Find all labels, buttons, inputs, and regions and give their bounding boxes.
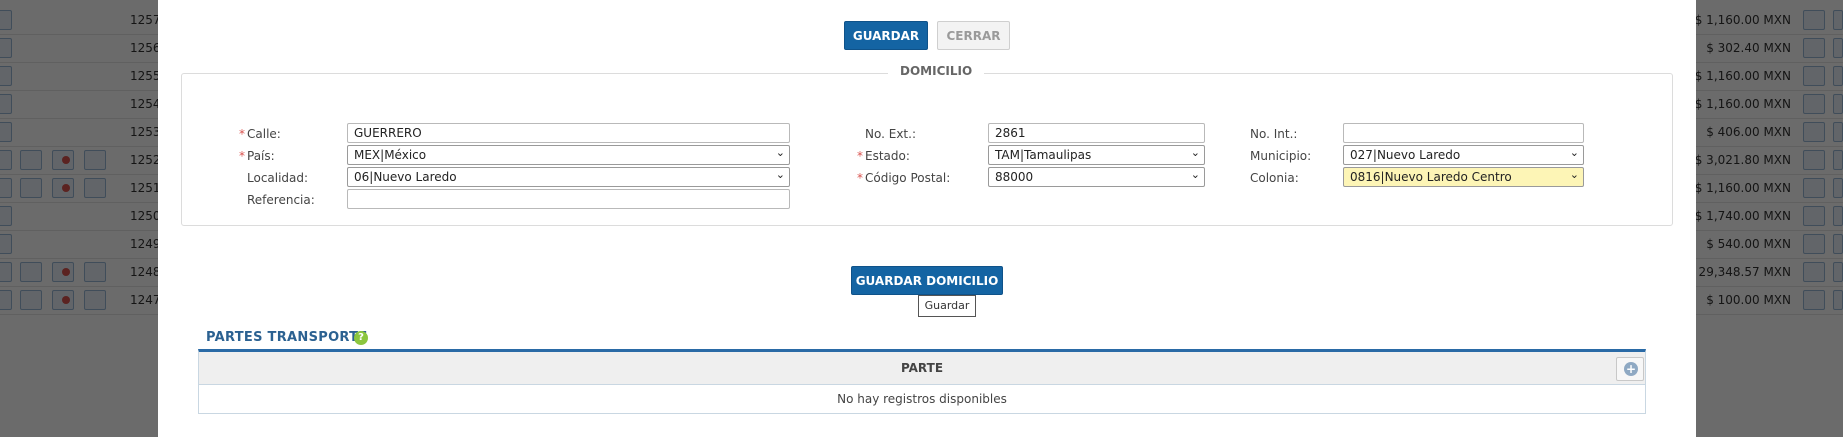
transport-parts-grid: PARTE + No hay registros disponibles — [198, 349, 1646, 414]
state-select[interactable]: TAM|Tamaulipas ⌄ — [988, 145, 1205, 165]
save-button[interactable]: GUARDAR — [844, 21, 928, 50]
locality-select[interactable]: 06|Nuevo Laredo ⌄ — [347, 167, 790, 187]
street-input[interactable]: GUERRERO — [347, 123, 790, 143]
chevron-down-icon: ⌄ — [1190, 146, 1200, 159]
address-legend: DOMICILIO — [888, 64, 985, 78]
save-tooltip: Guardar — [918, 295, 976, 317]
street-label: * Calle: — [239, 127, 281, 141]
reference-input[interactable] — [347, 189, 790, 209]
transport-parts-title: PARTES TRANSPORTE — [206, 330, 368, 345]
help-icon[interactable]: ? — [354, 331, 368, 345]
required-mark: * — [239, 149, 245, 163]
country-label: * País: — [239, 149, 275, 163]
chevron-down-icon: ⌄ — [775, 146, 785, 159]
int-number-label: No. Int.: — [1250, 127, 1298, 141]
country-select[interactable]: MEX|México ⌄ — [347, 145, 790, 165]
close-button[interactable]: CERRAR — [937, 21, 1010, 50]
chevron-down-icon: ⌄ — [1569, 168, 1579, 181]
municipality-select[interactable]: 027|Nuevo Laredo ⌄ — [1343, 145, 1584, 165]
chevron-down-icon: ⌄ — [1190, 168, 1200, 181]
municipality-label: Municipio: — [1250, 149, 1312, 163]
neighborhood-label: Colonia: — [1250, 171, 1299, 185]
required-mark: * — [857, 171, 863, 185]
ext-number-label: No. Ext.: — [865, 127, 916, 141]
ext-number-input[interactable]: 2861 — [988, 123, 1205, 143]
empty-message: No hay registros disponibles — [837, 392, 1007, 406]
neighborhood-select[interactable]: 0816|Nuevo Laredo Centro ⌄ — [1343, 167, 1584, 187]
plus-circle-icon: + — [1624, 362, 1638, 376]
chevron-down-icon: ⌄ — [775, 168, 785, 181]
reference-label: Referencia: — [247, 193, 315, 207]
required-mark: * — [857, 149, 863, 163]
postal-code-label: * Código Postal: — [857, 171, 951, 185]
address-modal: GUARDAR CERRAR DOMICILIO * Calle: GUERRER… — [158, 0, 1696, 437]
required-mark: * — [239, 127, 245, 141]
column-header-parte[interactable]: PARTE — [199, 361, 1645, 375]
grid-header: PARTE + — [199, 352, 1645, 385]
save-address-button[interactable]: GUARDAR DOMICILIO — [851, 266, 1003, 295]
state-label: * Estado: — [857, 149, 910, 163]
add-part-button[interactable]: + — [1616, 357, 1644, 381]
locality-label: Localidad: — [247, 171, 309, 185]
postal-code-select[interactable]: 88000 ⌄ — [988, 167, 1205, 187]
chevron-down-icon: ⌄ — [1569, 146, 1579, 159]
int-number-input[interactable] — [1343, 123, 1584, 143]
